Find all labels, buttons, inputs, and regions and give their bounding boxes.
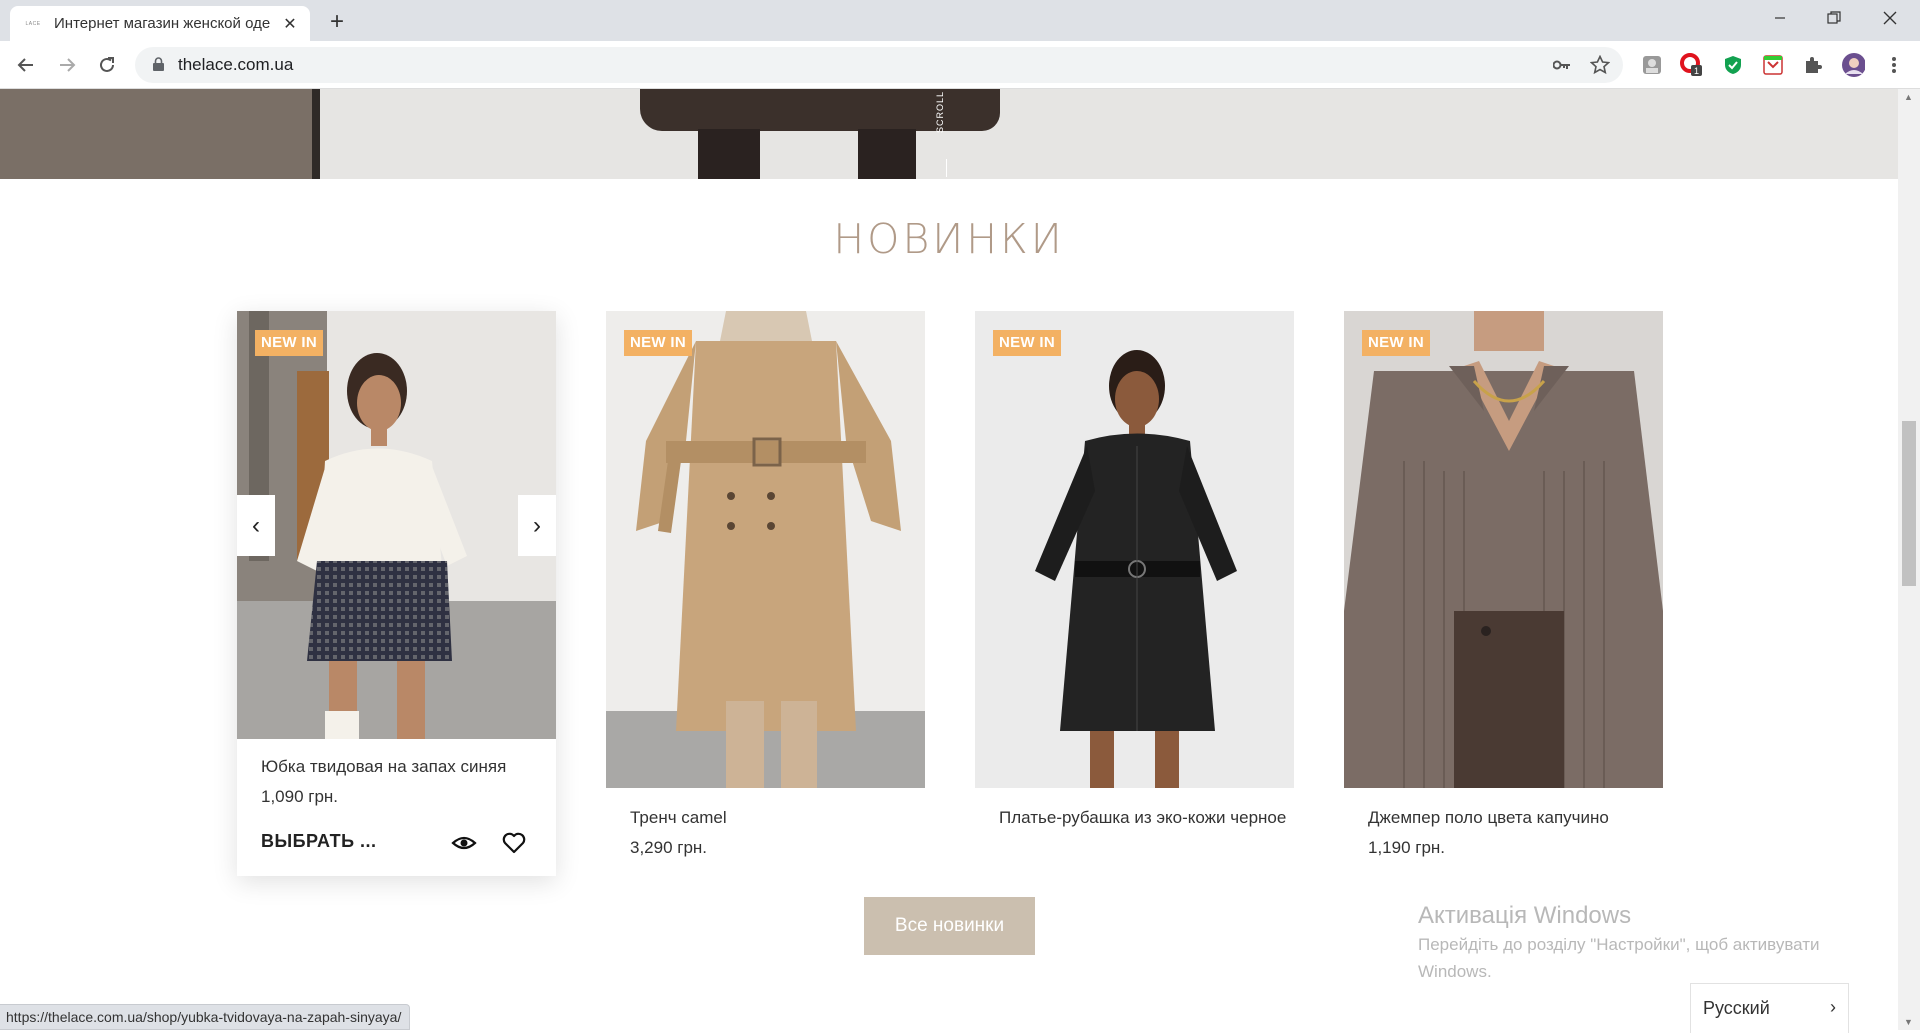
new-in-badge: NEW IN <box>255 330 323 356</box>
scroll-label: SCROLL <box>935 90 945 133</box>
chevron-right-icon: › <box>533 511 541 539</box>
eye-icon[interactable] <box>451 830 477 856</box>
new-in-badge: NEW IN <box>993 330 1061 356</box>
window-close-icon[interactable] <box>1862 0 1918 36</box>
opera-badge-icon[interactable]: 1 <box>1680 53 1704 77</box>
status-bar-url: https://thelace.com.ua/shop/yubka-tvidov… <box>0 1004 411 1030</box>
hero-leg-image <box>698 129 760 179</box>
new-in-badge: NEW IN <box>1362 330 1430 356</box>
windows-activation-watermark: Активація Windows Перейдіть до розділу "… <box>1418 902 1820 984</box>
star-icon[interactable] <box>1588 53 1612 77</box>
prev-image-button[interactable]: ‹ <box>237 495 275 556</box>
product-card[interactable]: NEW IN ‹ › Юбка твидовая на запах синяя … <box>237 311 556 876</box>
section-title: НОВИНКИ <box>833 215 1065 263</box>
new-tab-icon[interactable]: + <box>323 8 351 36</box>
product-photo-skirt <box>237 311 556 739</box>
heart-icon[interactable] <box>501 830 527 856</box>
close-icon[interactable]: ✕ <box>280 14 300 34</box>
pocket-icon[interactable] <box>1761 53 1785 77</box>
product-name[interactable]: Джемпер поло цвета капучино <box>1368 805 1609 830</box>
product-card[interactable]: NEW IN Джемпер поло цвета капучино 1,190… <box>1344 311 1663 857</box>
hero-leg-image <box>858 129 916 179</box>
language-label: Русский <box>1703 998 1770 1018</box>
minimize-icon[interactable] <box>1752 0 1808 36</box>
product-photo-dress <box>975 311 1294 788</box>
product-price: 3,290 грн. <box>630 838 708 857</box>
puzzle-icon[interactable] <box>1801 53 1825 77</box>
product-image[interactable]: NEW IN <box>975 311 1294 788</box>
product-name[interactable]: Тренч camel <box>630 805 727 830</box>
next-image-button[interactable]: › <box>518 495 556 556</box>
product-image[interactable]: NEW IN ‹ › <box>237 311 556 739</box>
page-scrollbar[interactable]: ▲ ▼ <box>1898 89 1920 1030</box>
product-image[interactable]: NEW IN <box>1344 311 1663 788</box>
hero-background-edge <box>312 89 320 179</box>
menu-icon[interactable] <box>1882 53 1906 77</box>
product-card[interactable]: NEW IN Платье-рубашка из эко-кожи черное <box>975 311 1294 827</box>
restore-icon[interactable] <box>1806 0 1862 36</box>
svg-text:1: 1 <box>1694 66 1699 76</box>
product-name[interactable]: Юбка твидовая на запах синяя <box>261 754 506 779</box>
chevron-right-icon: › <box>1830 997 1836 1017</box>
site-favicon-icon: LACE <box>25 20 41 27</box>
watermark-line: Перейдіть до розділу "Настройки", щоб ак… <box>1418 935 1820 954</box>
browser-tab[interactable]: LACE Интернет магазин женской оде ✕ <box>10 6 310 41</box>
product-image[interactable]: NEW IN <box>606 311 925 788</box>
choose-button[interactable]: ВЫБРАТЬ ... <box>261 831 377 852</box>
all-new-button[interactable]: Все новинки <box>864 897 1035 955</box>
product-name[interactable]: Платье-рубашка из эко-кожи черное <box>999 805 1286 830</box>
shield-icon[interactable] <box>1721 53 1745 77</box>
product-card[interactable]: NEW IN Тренч camel 3,290 грн. <box>606 311 925 857</box>
url-text: thelace.com.ua <box>178 55 294 74</box>
scroll-indicator-line <box>946 159 947 177</box>
reload-icon[interactable] <box>91 49 123 81</box>
product-photo-trench <box>606 311 925 788</box>
watermark-line: Windows. <box>1418 962 1492 981</box>
watermark-title: Активація Windows <box>1418 902 1632 929</box>
product-photo-jumper <box>1344 311 1663 788</box>
avatar[interactable] <box>1841 53 1865 77</box>
extension-profile-icon[interactable] <box>1640 53 1664 77</box>
hero-background-left <box>0 89 312 179</box>
forward-icon[interactable] <box>51 49 83 81</box>
new-in-badge: NEW IN <box>624 330 692 356</box>
lock-icon <box>153 57 164 71</box>
language-switcher[interactable]: Русский › <box>1690 983 1849 1033</box>
product-price: 1,190 грн. <box>1368 838 1446 857</box>
back-icon[interactable] <box>10 49 42 81</box>
hero-skirt-image <box>640 89 1000 131</box>
key-icon[interactable] <box>1550 53 1574 77</box>
address-bar[interactable]: thelace.com.ua <box>135 47 1623 83</box>
scroll-down-icon[interactable]: ▼ <box>1904 1017 1913 1027</box>
hero-banner: SCROLL <box>0 89 1898 179</box>
tab-title: Интернет магазин женской оде <box>54 15 271 32</box>
product-price: 1,090 грн. <box>261 787 339 806</box>
scroll-up-icon[interactable]: ▲ <box>1904 92 1913 102</box>
scroll-thumb[interactable] <box>1902 421 1916 586</box>
browser-toolbar: thelace.com.ua 1 <box>0 41 1920 89</box>
chevron-left-icon: ‹ <box>252 511 260 539</box>
tab-strip: LACE Интернет магазин женской оде ✕ + <box>0 0 1920 41</box>
